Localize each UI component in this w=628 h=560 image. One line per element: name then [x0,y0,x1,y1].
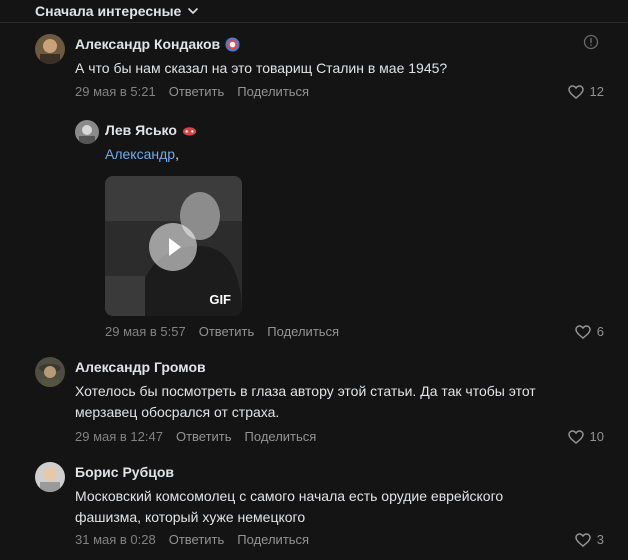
like-count: 3 [596,532,604,547]
like-button[interactable]: 6 [575,324,604,339]
reply-button[interactable]: Ответить [169,532,225,547]
comment-text: Московский комсомолец с самого начала ес… [75,488,504,525]
gif-label: GIF [209,292,231,307]
like-count: 10 [589,429,604,444]
text-suffix: , [175,146,179,162]
like-button[interactable]: 3 [575,532,604,547]
comment-date[interactable]: 31 мая в 0:28 [75,532,156,547]
like-button[interactable]: 10 [567,429,604,444]
heart-icon [567,429,584,444]
sort-label: Сначала интересные [35,3,182,19]
reply-button[interactable]: Ответить [199,324,255,339]
author-name[interactable]: Лев Ясько [105,122,177,138]
reply-button[interactable]: Ответить [176,429,232,444]
sort-dropdown[interactable]: Сначала интересные [35,0,199,22]
comment-date[interactable]: 29 мая в 5:21 [75,84,156,99]
heart-icon [575,324,591,339]
heart-icon [567,84,584,99]
comment-date[interactable]: 29 мая в 12:47 [75,429,163,444]
badge-icon [182,126,196,136]
like-button[interactable]: 12 [567,84,604,99]
comment: Александр Громов Хотелось бы посмотреть … [35,357,604,452]
comment-text: Хотелось бы посмотреть в глаза автору эт… [75,383,536,420]
like-count: 12 [589,84,604,99]
mention-link[interactable]: Александр [105,146,175,162]
shield-badge-icon [225,36,240,52]
comment: Александр Кондаков А что бы нам сказал н… [35,34,604,104]
report-icon[interactable] [583,34,599,50]
heart-icon [575,532,591,547]
chevron-down-icon [188,8,199,15]
reply-button[interactable]: Ответить [169,84,225,99]
comment: Борис Рубцов Московский комсомолец с сам… [35,462,604,557]
gif-attachment[interactable]: GIF [105,176,242,316]
avatar[interactable] [35,34,65,64]
avatar[interactable] [35,462,65,492]
reply-comment: Лев Ясько Александр, GIF 29 мая в 5:57 О… [75,120,604,345]
author-name[interactable]: Александр Громов [75,359,206,375]
author-name[interactable]: Александр Кондаков [75,36,220,52]
comment-date[interactable]: 29 мая в 5:57 [105,324,186,339]
comment-text: Александр, [105,144,179,165]
share-button[interactable]: Поделиться [237,532,309,547]
comment-text: А что бы нам сказал на это товарищ Стали… [75,60,448,76]
avatar[interactable] [35,357,65,387]
play-button[interactable] [149,223,197,271]
share-button[interactable]: Поделиться [237,84,309,99]
like-count: 6 [596,324,604,339]
divider [0,22,628,23]
author-name[interactable]: Борис Рубцов [75,464,174,480]
share-button[interactable]: Поделиться [245,429,317,444]
avatar[interactable] [75,120,99,144]
share-button[interactable]: Поделиться [267,324,339,339]
